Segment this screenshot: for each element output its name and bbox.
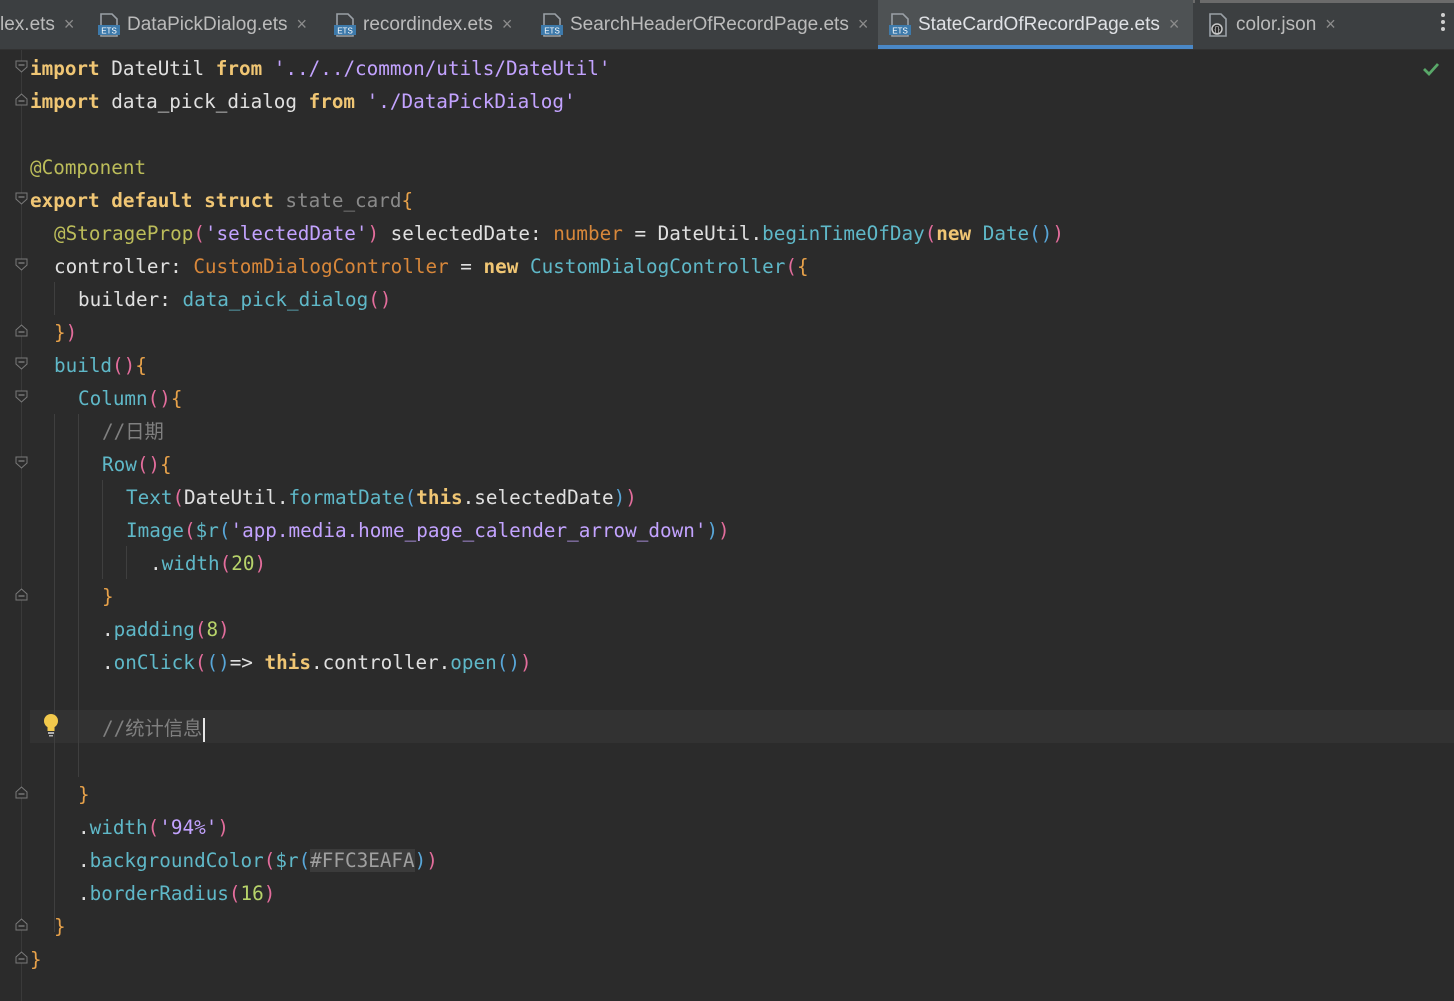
- color-swatch-text: #FFC3EAFA: [310, 849, 415, 872]
- ets-file-icon: ETS: [541, 12, 563, 38]
- indent-guide: [78, 414, 79, 777]
- code-line[interactable]: .padding(8): [102, 613, 230, 646]
- svg-text:ETS: ETS: [337, 26, 353, 35]
- svg-text:ETS: ETS: [101, 26, 117, 35]
- code-line[interactable]: Column(){: [78, 382, 182, 415]
- fold-close-icon[interactable]: [15, 918, 28, 931]
- close-icon[interactable]: ×: [1169, 14, 1180, 35]
- fold-close-icon[interactable]: [15, 951, 28, 964]
- code-line[interactable]: Image($r('app.media.home_page_calender_a…: [126, 514, 730, 547]
- code-line[interactable]: export default struct state_card{: [30, 184, 413, 217]
- tab-color-json[interactable]: {} color.json ×: [1196, 0, 1356, 49]
- tab-lex-ets[interactable]: lex.ets ×: [0, 0, 88, 49]
- code-line[interactable]: @StorageProp('selectedDate') selectedDat…: [54, 217, 1064, 250]
- ets-file-icon: ETS: [889, 12, 911, 38]
- svg-text:{}: {}: [1214, 25, 1220, 34]
- code-line[interactable]: .width('94%'): [78, 811, 229, 844]
- tab-statecardofrecordpage[interactable]: ETS StateCardOfRecordPage.ets ×: [878, 0, 1193, 49]
- code-line[interactable]: .borderRadius(16): [78, 877, 275, 910]
- fold-open-icon[interactable]: [15, 60, 28, 73]
- lightbulb-icon[interactable]: [40, 712, 62, 738]
- code-line[interactable]: .onClick(()=> this.controller.open()): [102, 646, 532, 679]
- fold-close-icon[interactable]: [15, 93, 28, 106]
- fold-close-icon[interactable]: [15, 588, 28, 601]
- tab-label: StateCardOfRecordPage.ets: [918, 13, 1160, 35]
- svg-text:ETS: ETS: [892, 26, 908, 35]
- json-file-icon: {}: [1207, 12, 1229, 38]
- code-editor[interactable]: import DateUtil from '../../common/utils…: [0, 50, 1454, 1001]
- code-line[interactable]: import DateUtil from '../../common/utils…: [30, 52, 610, 85]
- fold-open-icon[interactable]: [15, 357, 28, 370]
- tab-searchheaderofrecordpage[interactable]: ETS SearchHeaderOfRecordPage.ets ×: [532, 0, 878, 49]
- code-line[interactable]: controller: CustomDialogController = new…: [54, 250, 809, 283]
- code-line[interactable]: .backgroundColor($r(#FFC3EAFA)): [78, 844, 438, 877]
- tab-recordindex[interactable]: ETS recordindex.ets ×: [324, 0, 532, 49]
- code-line[interactable]: Row(){: [102, 448, 172, 481]
- tab-label: DataPickDialog.ets: [127, 13, 288, 35]
- code-line[interactable]: import data_pick_dialog from './DataPick…: [30, 85, 576, 118]
- fold-open-icon[interactable]: [15, 390, 28, 403]
- tab-datapickdialog[interactable]: ETS DataPickDialog.ets ×: [88, 0, 324, 49]
- svg-text:ETS: ETS: [544, 26, 560, 35]
- code-line[interactable]: @Component: [30, 151, 146, 184]
- tab-label: lex.ets: [0, 13, 55, 35]
- code-line[interactable]: }: [102, 580, 114, 613]
- code-line[interactable]: builder: data_pick_dialog(): [78, 283, 391, 316]
- editor-tab-bar: lex.ets × ETS DataPickDialog.ets × ETS r…: [0, 0, 1454, 50]
- fold-close-icon[interactable]: [15, 786, 28, 799]
- code-line[interactable]: }: [30, 943, 42, 976]
- indent-guide: [102, 480, 103, 579]
- indent-guide: [54, 414, 55, 932]
- code-line[interactable]: build(){: [54, 349, 147, 382]
- indent-guide: [54, 282, 55, 315]
- close-icon[interactable]: ×: [502, 14, 513, 35]
- ets-file-icon: ETS: [98, 12, 120, 38]
- code-line[interactable]: .width(20): [150, 547, 266, 580]
- code-line[interactable]: }: [78, 778, 90, 811]
- fold-open-icon[interactable]: [15, 258, 28, 271]
- code-line[interactable]: }): [54, 316, 77, 349]
- tab-label: recordindex.ets: [363, 13, 493, 35]
- code-line[interactable]: Text(DateUtil.formatDate(this.selectedDa…: [126, 481, 637, 514]
- text-caret: [203, 717, 206, 742]
- tab-label: SearchHeaderOfRecordPage.ets: [570, 13, 849, 35]
- current-line-highlight: [30, 710, 1454, 743]
- more-tabs-icon[interactable]: [1436, 10, 1450, 38]
- indent-guide: [126, 546, 127, 579]
- check-icon[interactable]: [1422, 60, 1440, 78]
- tab-label: color.json: [1236, 13, 1317, 35]
- code-line[interactable]: }: [54, 910, 66, 943]
- close-icon[interactable]: ×: [64, 14, 75, 35]
- close-icon[interactable]: ×: [858, 14, 869, 35]
- fold-open-icon[interactable]: [15, 456, 28, 469]
- ets-file-icon: ETS: [334, 12, 356, 38]
- close-icon[interactable]: ×: [1325, 14, 1336, 35]
- code-line-current[interactable]: //统计信息: [102, 712, 206, 745]
- fold-open-icon[interactable]: [15, 192, 28, 205]
- close-icon[interactable]: ×: [297, 14, 308, 35]
- fold-close-icon[interactable]: [15, 324, 28, 337]
- code-line[interactable]: //日期: [102, 415, 164, 448]
